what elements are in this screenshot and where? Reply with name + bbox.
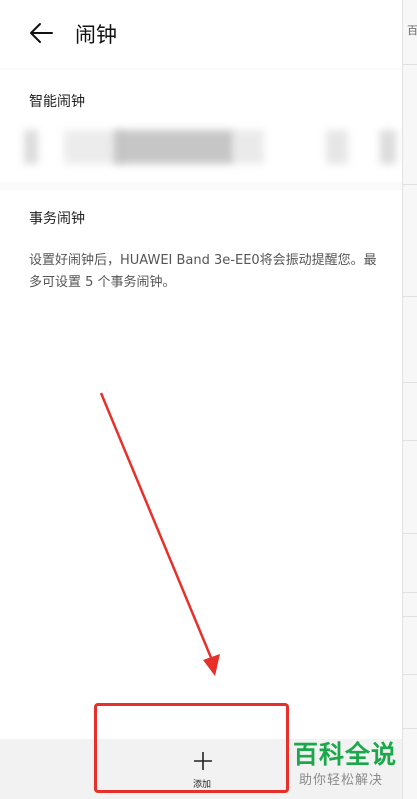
watermark-title: 百科全说: [293, 740, 398, 769]
watermark: 百科全说 助你轻松解决: [293, 735, 411, 795]
smart-alarm-title: 智能闹钟: [29, 94, 85, 110]
alarm-screen: 闹钟 智能闹钟 事务闹钟 设置好闹钟后，HUAWEI Band 3e-EE0将会…: [0, 0, 402, 799]
watermark-subtitle: 助你轻松解决: [299, 773, 384, 788]
page-title: 闹钟: [75, 23, 117, 47]
smart-alarm-card: 智能闹钟: [0, 70, 402, 182]
header: 闹钟: [0, 0, 402, 68]
event-alarm-title: 事务闹钟: [29, 211, 85, 227]
back-arrow-icon[interactable]: [28, 20, 54, 46]
adjacent-panel-edge: 百: [402, 0, 417, 799]
event-alarm-card: 事务闹钟 设置好闹钟后，HUAWEI Band 3e-EE0将会振动提醒您。最多…: [0, 190, 402, 760]
adjacent-panel-glyph: 百: [407, 24, 417, 37]
event-alarm-description: 设置好闹钟后，HUAWEI Band 3e-EE0将会振动提醒您。最多可设置 5…: [29, 253, 377, 290]
smart-alarm-item-blurred[interactable]: [24, 130, 396, 164]
annotation-highlight-box: [94, 703, 289, 793]
